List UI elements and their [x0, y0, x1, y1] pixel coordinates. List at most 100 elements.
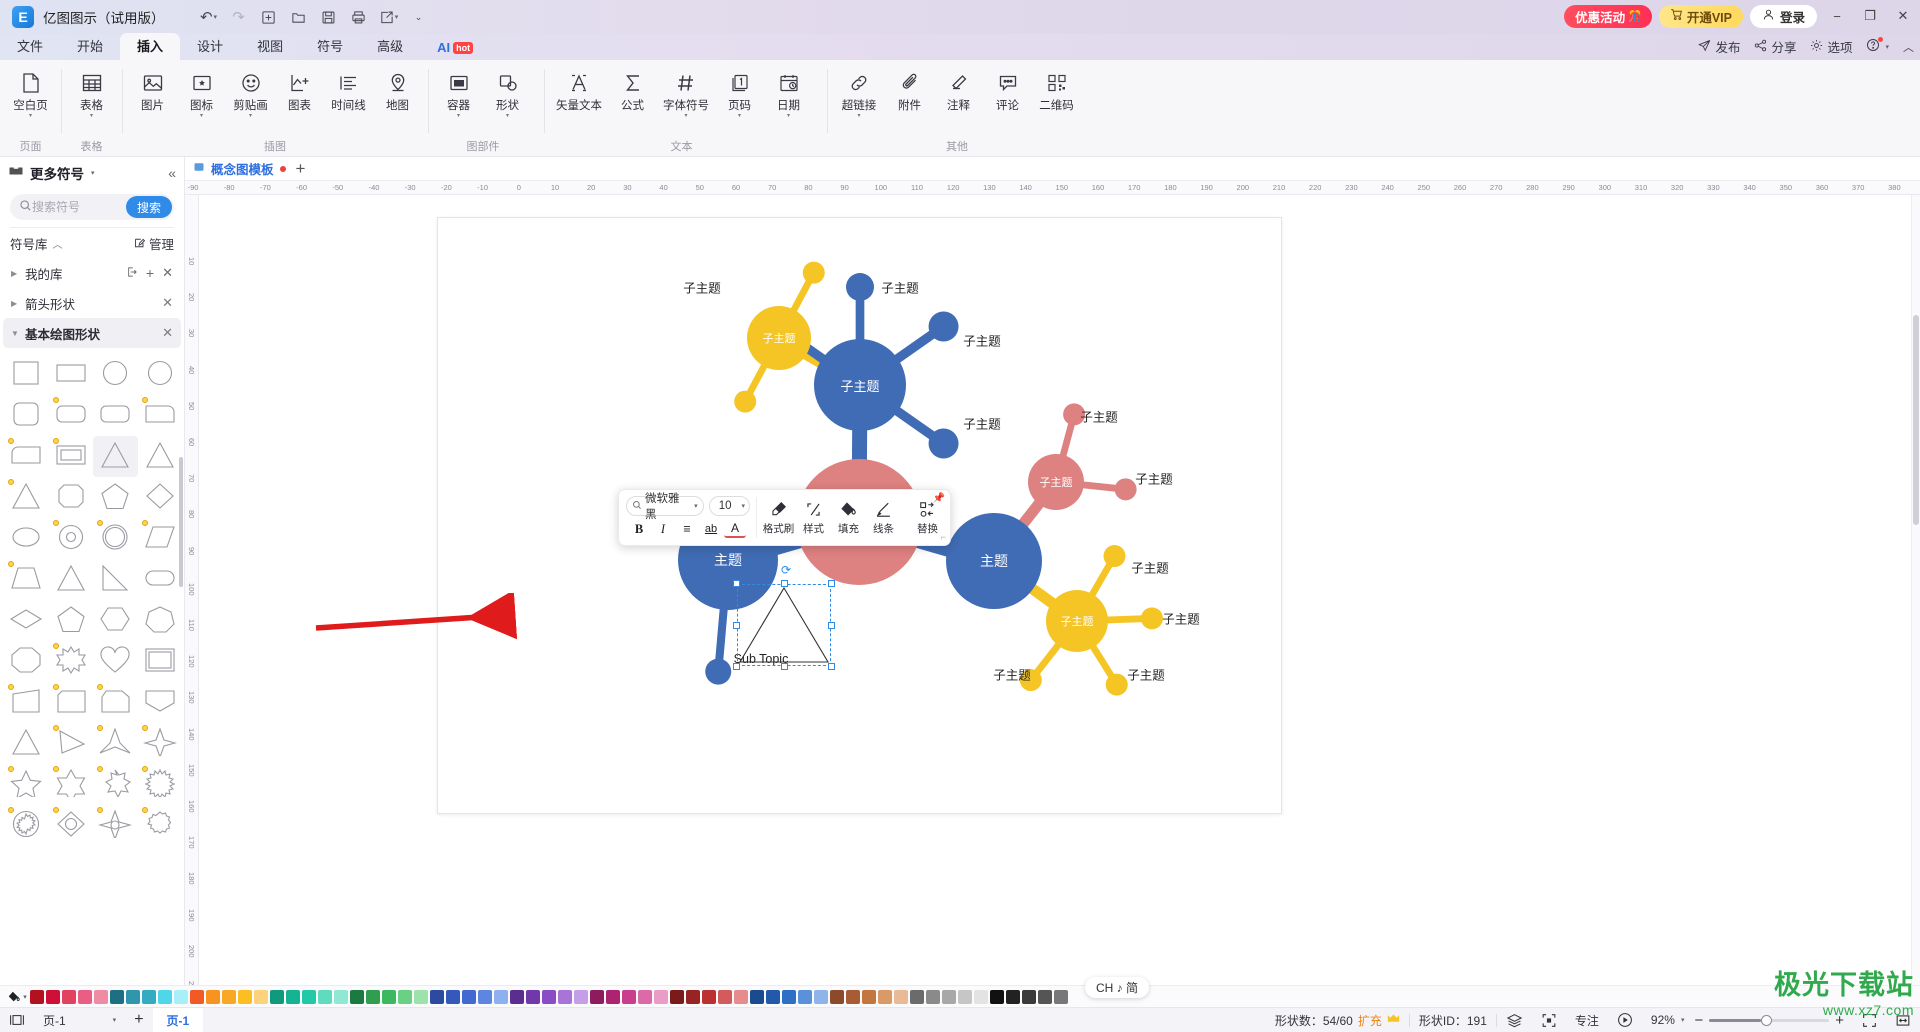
- presentation-button[interactable]: [1608, 1008, 1642, 1032]
- diagram-node-s-top[interactable]: 子主题: [814, 339, 906, 431]
- heart-shape[interactable]: [93, 641, 138, 682]
- color-swatch[interactable]: [574, 989, 588, 1004]
- ribbon-item-formula[interactable]: 公式: [608, 66, 657, 113]
- font-size-dropdown[interactable]: 10 ▾: [708, 496, 750, 516]
- format-painter-button[interactable]: 格式刷: [761, 494, 796, 541]
- ribbon-item-clipart[interactable]: 剪贴画 ▾: [226, 66, 275, 120]
- publish-button[interactable]: 发布: [1698, 37, 1740, 56]
- bold-button[interactable]: B: [628, 519, 650, 539]
- canvas-vertical-scrollbar[interactable]: [1911, 195, 1920, 985]
- tab-ai[interactable]: AI hot: [420, 37, 490, 60]
- corner-cut-shape[interactable]: [49, 682, 94, 723]
- six-point-star-shape[interactable]: [49, 764, 94, 805]
- color-swatch[interactable]: [222, 989, 236, 1004]
- diagram-leaf-label[interactable]: 子主题: [1127, 665, 1165, 684]
- triangle-shape-4[interactable]: [49, 559, 94, 600]
- ribbon-item-date[interactable]: 日期 ▾: [764, 66, 813, 120]
- color-swatch[interactable]: [206, 989, 220, 1004]
- color-swatch[interactable]: [926, 989, 940, 1004]
- page-panel-toggle[interactable]: [0, 1008, 34, 1032]
- color-swatch[interactable]: [798, 989, 812, 1004]
- diagram-leaf-label[interactable]: 子主题: [881, 278, 919, 297]
- color-swatch[interactable]: [958, 989, 972, 1004]
- color-swatch[interactable]: [446, 989, 460, 1004]
- handle-ne[interactable]: [828, 580, 835, 587]
- zoom-slider-track[interactable]: [1709, 1014, 1830, 1026]
- diagram-leaf-label[interactable]: 子主题: [963, 331, 1001, 350]
- rotate-handle-icon[interactable]: ⟳: [781, 563, 791, 577]
- import-icon[interactable]: [126, 266, 138, 281]
- color-swatch[interactable]: [670, 989, 684, 1004]
- vertical-ruler[interactable]: 10 20 30 40 50 60 70 80 90 100 110 120 130 140 150 160 1…: [185, 195, 199, 985]
- ellipse-shape[interactable]: [4, 518, 49, 559]
- color-swatch[interactable]: [878, 989, 892, 1004]
- color-swatch[interactable]: [318, 989, 332, 1004]
- ribbon-item-comment[interactable]: 评论: [983, 66, 1032, 113]
- handle-s[interactable]: [781, 663, 788, 670]
- triangle-shape-3[interactable]: [4, 477, 49, 518]
- color-swatch[interactable]: [478, 989, 492, 1004]
- seven-point-star-shape[interactable]: [93, 764, 138, 805]
- color-swatch[interactable]: [78, 989, 92, 1004]
- diamond-shape[interactable]: [138, 477, 183, 518]
- circle-shape[interactable]: [93, 354, 138, 395]
- color-swatch[interactable]: [1022, 989, 1036, 1004]
- color-swatch[interactable]: [1054, 989, 1068, 1004]
- diagram-leaf-label[interactable]: 子主题: [993, 665, 1031, 684]
- cloud-gear-shape[interactable]: [138, 805, 183, 846]
- open-button[interactable]: [285, 4, 313, 30]
- color-swatch[interactable]: [238, 989, 252, 1004]
- color-swatch[interactable]: [718, 989, 732, 1004]
- rounded-square-shape[interactable]: [4, 395, 49, 436]
- collapse-panel-button[interactable]: «: [168, 165, 176, 181]
- color-swatch[interactable]: [1038, 989, 1052, 1004]
- fit-selection-button[interactable]: [1532, 1008, 1566, 1032]
- trapezoid-shape[interactable]: [4, 559, 49, 600]
- handle-sw[interactable]: [733, 663, 740, 670]
- fit-page-button[interactable]: [1853, 1008, 1886, 1032]
- ribbon-item-map[interactable]: 地图: [373, 66, 422, 113]
- print-button[interactable]: [345, 4, 373, 30]
- color-swatch[interactable]: [814, 989, 828, 1004]
- new-button[interactable]: [255, 4, 283, 30]
- search-button[interactable]: 搜索: [125, 196, 172, 218]
- handle-nw[interactable]: [733, 580, 740, 587]
- one-corner-rounded-shape[interactable]: [138, 395, 183, 436]
- page-selector[interactable]: 页-1 ▾: [34, 1008, 125, 1032]
- search-input[interactable]: [32, 200, 120, 214]
- rectangle-shape[interactable]: [49, 354, 94, 395]
- color-swatch[interactable]: [462, 989, 476, 1004]
- tab-view[interactable]: 视图: [240, 33, 300, 60]
- color-swatch[interactable]: [894, 989, 908, 1004]
- ribbon-item-timeline[interactable]: 时间线: [324, 66, 373, 113]
- save-button[interactable]: [315, 4, 343, 30]
- pill-shape[interactable]: [138, 559, 183, 600]
- color-swatch[interactable]: [750, 989, 764, 1004]
- color-swatch[interactable]: [398, 989, 412, 1004]
- color-swatch[interactable]: [286, 989, 300, 1004]
- maximize-button[interactable]: ❐: [1857, 4, 1883, 28]
- rounded-rect-2-shape[interactable]: [93, 395, 138, 436]
- color-swatch[interactable]: [62, 989, 76, 1004]
- shape-grid-scrollbar[interactable]: [179, 457, 183, 587]
- close-icon[interactable]: ✕: [162, 295, 173, 311]
- color-swatch[interactable]: [190, 989, 204, 1004]
- color-swatch[interactable]: [654, 989, 668, 1004]
- rhombus-flat-shape[interactable]: [4, 600, 49, 641]
- redo-button[interactable]: ↷: [225, 4, 253, 30]
- handle-se[interactable]: [828, 663, 835, 670]
- color-swatch[interactable]: [30, 989, 44, 1004]
- color-swatch[interactable]: [974, 989, 988, 1004]
- symbol-group-arrow-shapes[interactable]: ▶ 箭头形状 ✕: [3, 288, 181, 318]
- tab-insert[interactable]: 插入: [120, 33, 181, 60]
- single-corner-round-shape[interactable]: [4, 436, 49, 477]
- page-tab-1[interactable]: 页-1: [152, 1008, 204, 1032]
- pennant-shape[interactable]: [138, 682, 183, 723]
- ribbon-item-chart[interactable]: 图表: [275, 66, 324, 113]
- diagram-node-s-red-r[interactable]: 子主题: [1028, 454, 1084, 510]
- ribbon-item-annotation[interactable]: 注释: [934, 66, 983, 113]
- color-swatch[interactable]: [942, 989, 956, 1004]
- tab-home[interactable]: 开始: [60, 33, 120, 60]
- diagram-node-t-right[interactable]: 主题: [946, 513, 1042, 609]
- sun-burst-shape[interactable]: [138, 764, 183, 805]
